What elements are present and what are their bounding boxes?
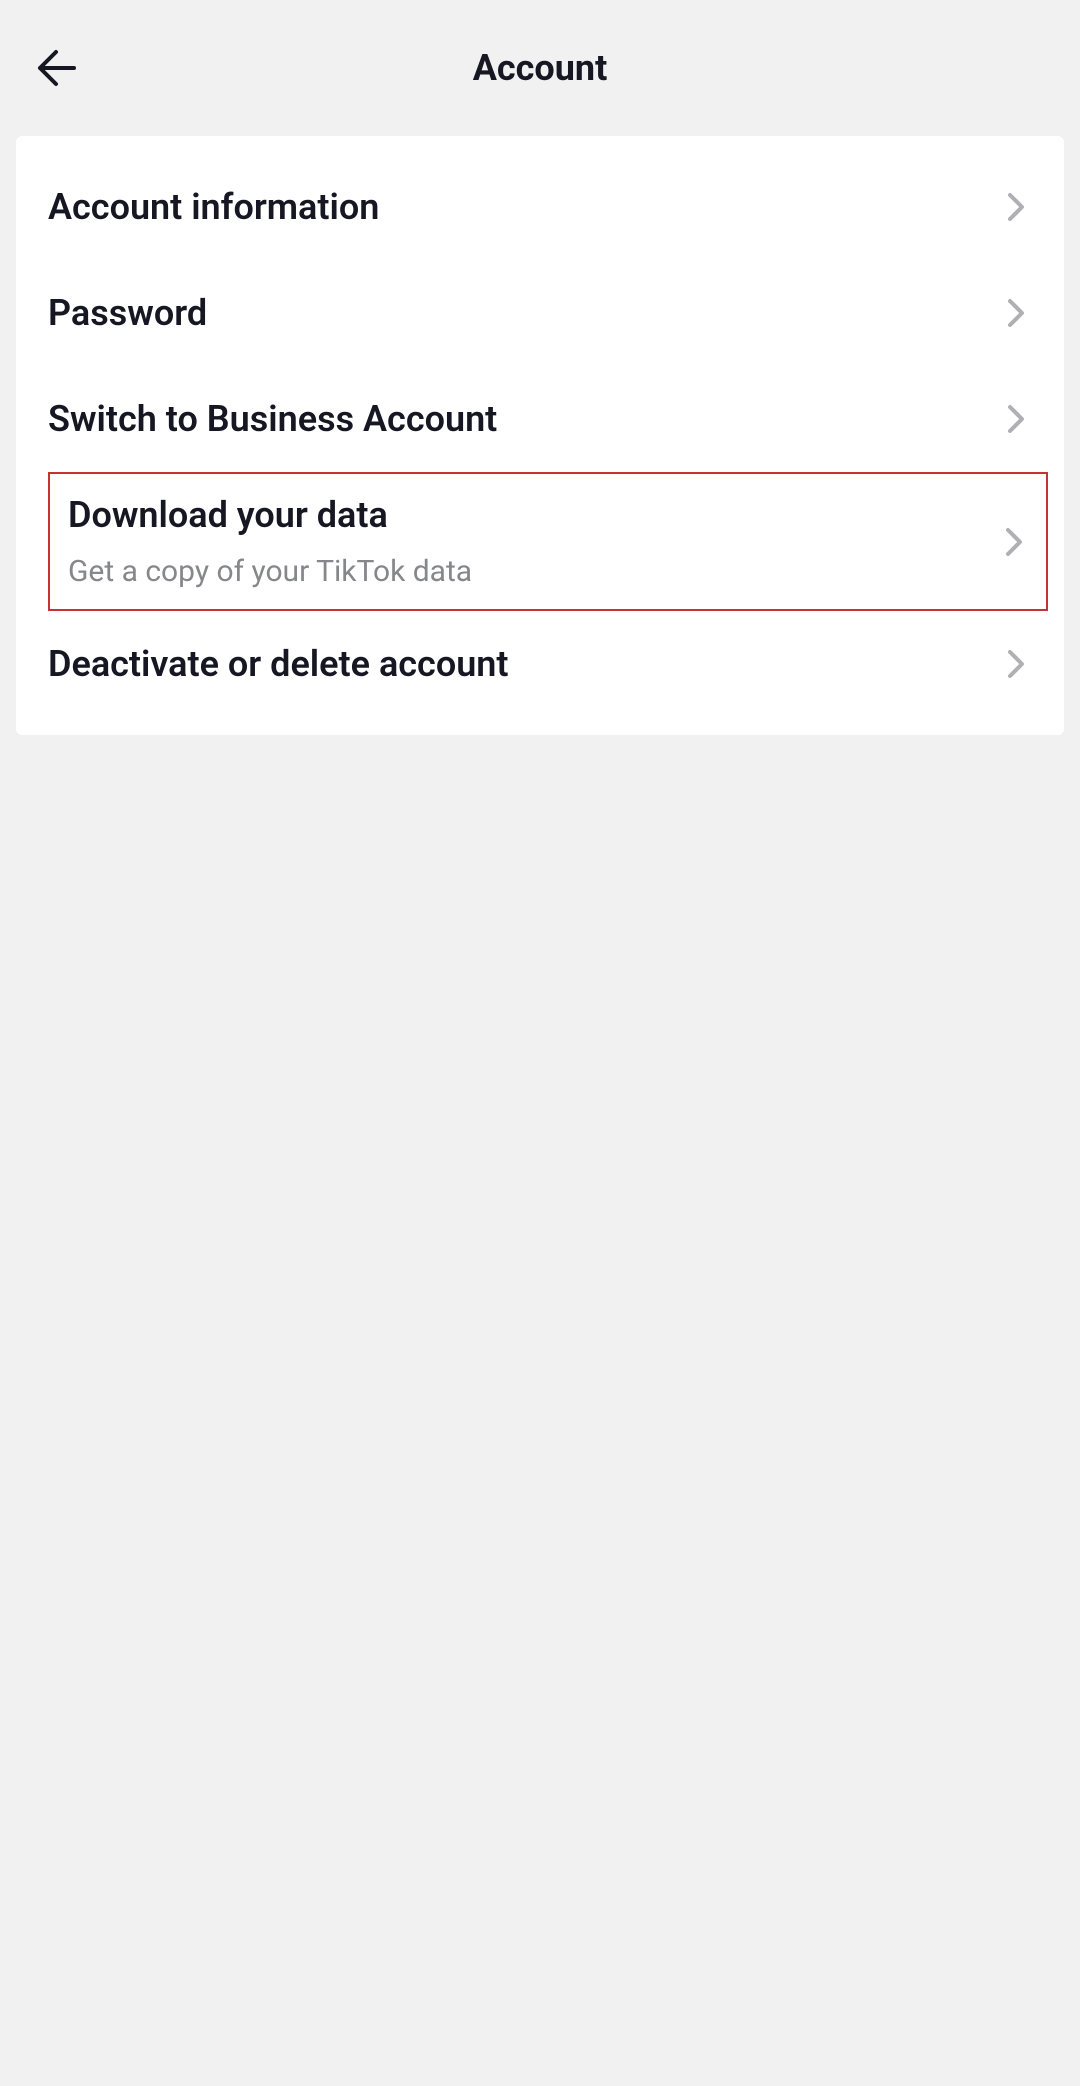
settings-item-download-data[interactable]: Download your data Get a copy of your Ti… [68,474,1042,609]
settings-item-label: Switch to Business Account [48,398,1006,440]
settings-item-content: Deactivate or delete account [48,643,1006,685]
settings-item-switch-business[interactable]: Switch to Business Account [16,366,1064,472]
chevron-right-icon [1004,526,1024,558]
settings-item-label: Deactivate or delete account [48,643,1006,685]
settings-item-password[interactable]: Password [16,260,1064,366]
settings-item-content: Switch to Business Account [48,398,1006,440]
settings-item-deactivate-delete[interactable]: Deactivate or delete account [16,611,1064,717]
back-arrow-icon [34,46,78,90]
settings-item-sublabel: Get a copy of your TikTok data [68,554,1004,589]
settings-item-content: Account information [48,186,1006,228]
settings-item-content: Download your data Get a copy of your Ti… [68,494,1004,589]
header: Account [0,0,1080,136]
settings-item-label: Account information [48,186,1006,228]
highlighted-item-download-data: Download your data Get a copy of your Ti… [48,472,1048,611]
chevron-right-icon [1006,191,1026,223]
chevron-right-icon [1006,297,1026,329]
settings-item-label: Download your data [68,494,1004,536]
settings-item-label: Password [48,292,1006,334]
chevron-right-icon [1006,648,1026,680]
chevron-right-icon [1006,403,1026,435]
back-button[interactable] [32,44,80,92]
settings-item-content: Password [48,292,1006,334]
settings-item-account-information[interactable]: Account information [16,154,1064,260]
page-title: Account [32,47,1048,89]
settings-card: Account information Password Switch to B… [16,136,1064,735]
